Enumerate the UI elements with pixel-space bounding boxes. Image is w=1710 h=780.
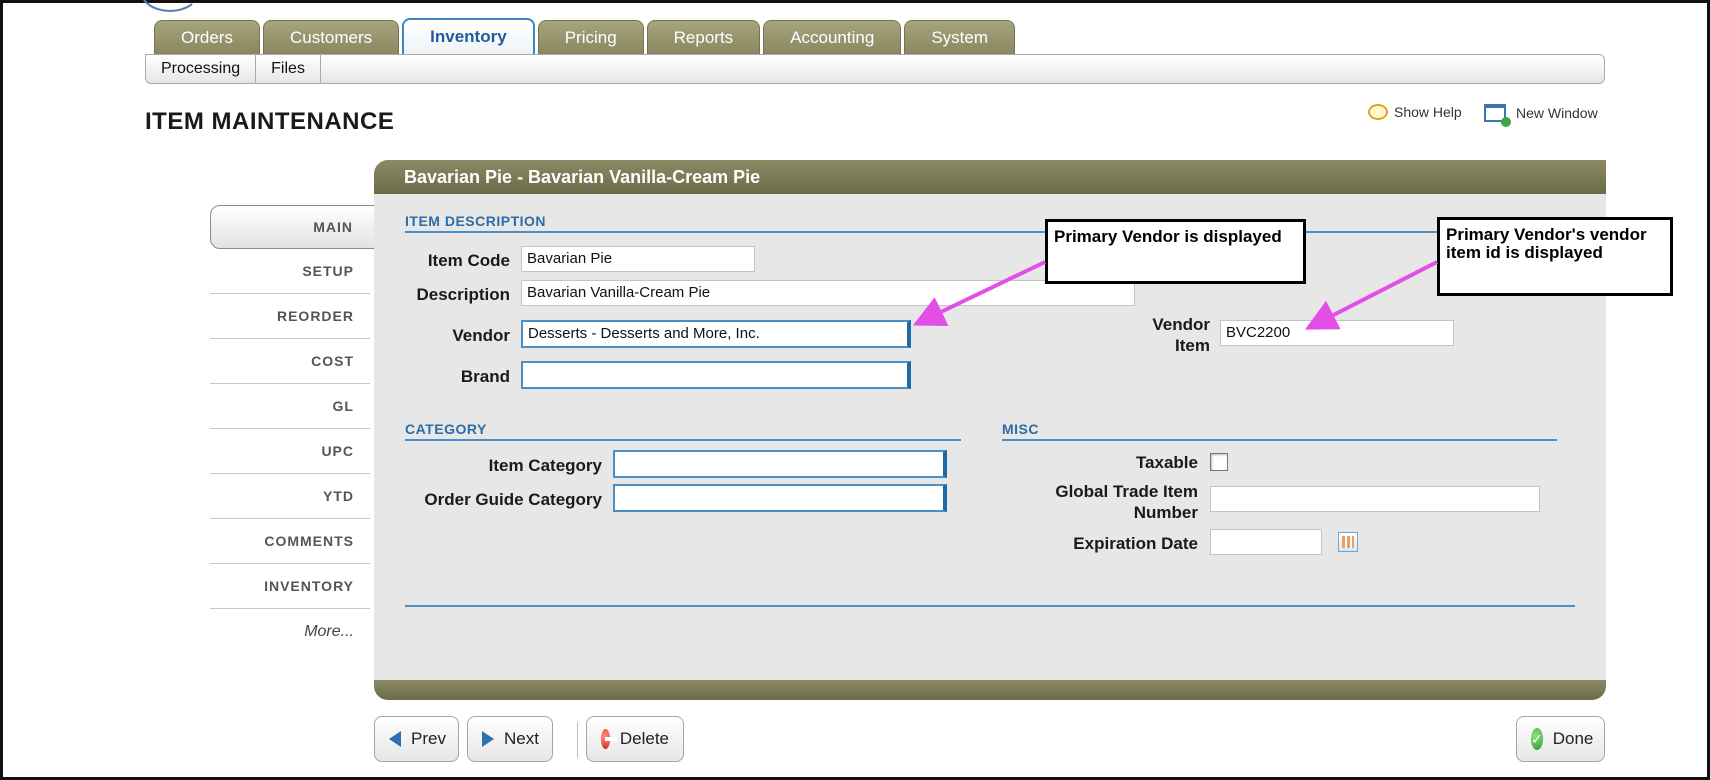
nav-reorder[interactable]: REORDER (210, 294, 370, 339)
item-category-select[interactable] (613, 450, 947, 478)
callout-primary-vendor-text: Primary Vendor is displayed (1054, 227, 1282, 246)
item-sections-nav: MAIN SETUP REORDER COST GL UPC YTD COMME… (210, 205, 380, 654)
nav-main[interactable]: MAIN (210, 205, 380, 249)
item-code-label: Item Code (427, 251, 510, 270)
brand-label: Brand (460, 367, 510, 386)
next-button[interactable]: Next (467, 716, 553, 762)
main-tabs: Orders Customers Inventory Pricing Repor… (154, 18, 1015, 54)
nav-comments[interactable]: COMMENTS (210, 519, 370, 564)
new-window-link[interactable]: New Window (1484, 104, 1598, 127)
tab-customers[interactable]: Customers (262, 20, 400, 54)
prev-arrow-icon (389, 731, 401, 747)
callout-vendor-item-line1: Primary Vendor's vendor (1446, 225, 1647, 244)
delete-icon (601, 729, 617, 749)
done-button[interactable]: ✓ Done (1516, 716, 1605, 762)
gtin-label-line2: Number (1133, 503, 1198, 522)
gtin-input[interactable] (1210, 486, 1540, 512)
show-help-link[interactable]: Show Help (1368, 104, 1462, 120)
vendor-label: Vendor (452, 326, 510, 345)
vendor-item-label-line1: Vendor (1152, 315, 1210, 334)
callout-vendor-item: Primary Vendor's vendor item id is displ… (1437, 217, 1673, 296)
callout-vendor-item-line2: item id is displayed (1446, 243, 1603, 262)
misc-heading: MISC (1002, 421, 1557, 441)
vendor-item-input[interactable]: BVC2200 (1220, 320, 1454, 346)
button-separator (577, 722, 578, 758)
expiration-date-label: Expiration Date (1073, 534, 1198, 553)
item-description-heading: ITEM DESCRIPTION (405, 213, 1575, 233)
nav-more[interactable]: More... (210, 609, 370, 654)
vendor-select[interactable]: Desserts - Desserts and More, Inc. (521, 320, 911, 348)
taxable-label: Taxable (1135, 453, 1198, 472)
nav-setup[interactable]: SETUP (210, 249, 370, 294)
logo (140, 0, 200, 12)
expiration-date-input[interactable] (1210, 529, 1322, 555)
help-bubble-icon (1368, 104, 1388, 120)
vendor-item-label: Vendor Item (1080, 314, 1210, 356)
item-code-input[interactable]: Bavarian Pie (521, 246, 755, 272)
tab-reports[interactable]: Reports (646, 20, 761, 54)
gtin-label-line1: Global Trade Item (1055, 482, 1198, 501)
subtab-processing[interactable]: Processing (146, 55, 257, 83)
nav-gl[interactable]: GL (210, 384, 370, 429)
brand-select[interactable] (521, 361, 911, 389)
tab-pricing[interactable]: Pricing (537, 20, 644, 54)
form-bottom-divider (405, 605, 1575, 607)
done-label: Done (1552, 729, 1594, 748)
tab-system[interactable]: System (904, 20, 1015, 54)
nav-main-label: MAIN (313, 219, 353, 235)
show-help-label: Show Help (1394, 104, 1462, 120)
new-window-icon (1484, 104, 1511, 127)
panel-title: Bavarian Pie - Bavarian Vanilla-Cream Pi… (374, 160, 1606, 194)
delete-button[interactable]: Delete (586, 716, 684, 762)
next-label: Next (504, 729, 539, 748)
subtab-files[interactable]: Files (256, 55, 321, 83)
next-arrow-icon (482, 731, 494, 747)
tab-inventory[interactable]: Inventory (402, 18, 535, 54)
tab-accounting[interactable]: Accounting (763, 20, 902, 54)
sub-tab-bar: Processing Files (145, 54, 1605, 84)
item-category-label: Item Category (488, 456, 602, 475)
panel-footer-bar (374, 680, 1606, 700)
calendar-icon[interactable] (1338, 532, 1358, 552)
delete-label: Delete (619, 729, 669, 748)
nav-inventory[interactable]: INVENTORY (210, 564, 370, 609)
order-guide-category-select[interactable] (613, 484, 947, 512)
order-guide-category-label: Order Guide Category (424, 490, 602, 509)
nav-cost[interactable]: COST (210, 339, 370, 384)
category-heading: CATEGORY (405, 421, 961, 441)
description-input[interactable]: Bavarian Vanilla-Cream Pie (521, 280, 1135, 306)
tab-orders[interactable]: Orders (154, 20, 260, 54)
callout-primary-vendor: Primary Vendor is displayed (1045, 219, 1306, 284)
gtin-label: Global Trade Item Number (990, 481, 1198, 523)
nav-upc[interactable]: UPC (210, 429, 370, 474)
vendor-item-label-line2: Item (1175, 336, 1210, 355)
prev-label: Prev (411, 729, 446, 748)
checkmark-icon: ✓ (1531, 728, 1543, 750)
taxable-checkbox[interactable] (1210, 453, 1228, 471)
new-window-label: New Window (1516, 105, 1598, 121)
description-label: Description (416, 285, 510, 304)
nav-ytd[interactable]: YTD (210, 474, 370, 519)
page-title: ITEM MAINTENANCE (145, 108, 395, 135)
prev-button[interactable]: Prev (374, 716, 459, 762)
